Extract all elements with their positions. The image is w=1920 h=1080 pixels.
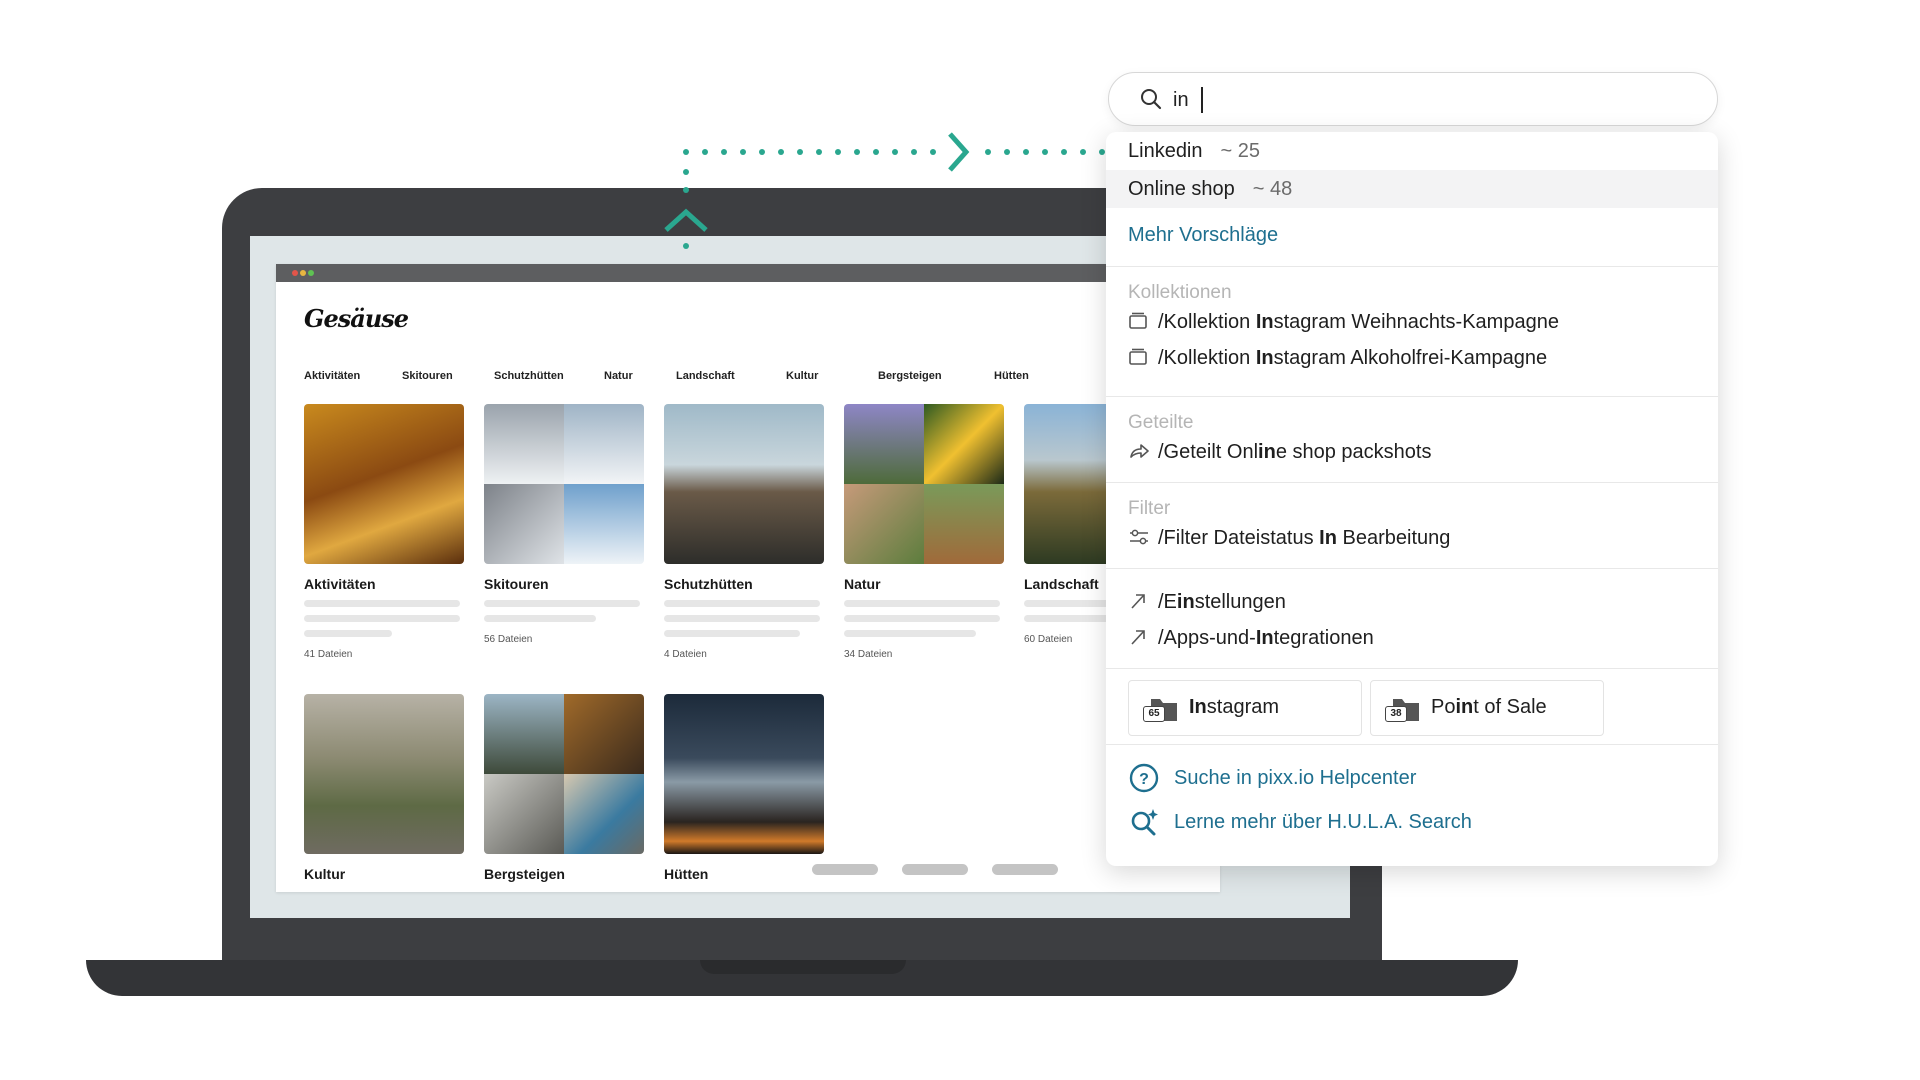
hula-search-label: Lerne mehr über H.U.L.A. Search: [1174, 811, 1472, 833]
shared-result[interactable]: /Geteilt Online shop packshots: [1128, 438, 1431, 466]
section-heading-shared: Geteilte: [1128, 412, 1194, 433]
apps-page-result[interactable]: /Apps-und-Integrationen: [1128, 624, 1374, 652]
tile-image-kultur: [304, 694, 464, 854]
tile-title: Bergsteigen: [484, 866, 565, 882]
pager-dot[interactable]: [902, 864, 968, 875]
filter-sliders-icon: [1130, 529, 1148, 545]
quick-folder-label: Instagram: [1189, 696, 1280, 718]
nav-item-huetten[interactable]: Hütten: [994, 370, 1029, 382]
external-arrow-icon: [1131, 630, 1145, 645]
pager-dot[interactable]: [812, 864, 878, 875]
more-suggestions-link[interactable]: Mehr Vorschläge: [1128, 224, 1278, 247]
nav-item-landschaft[interactable]: Landschaft: [676, 370, 735, 382]
collection-result[interactable]: /Kollektion Instagram Alkoholfrei-Kampag…: [1128, 344, 1547, 372]
quick-folder-point-of-sale[interactable]: 38 Point of Sale: [1370, 680, 1604, 736]
settings-page-result[interactable]: /Einstellungen: [1128, 588, 1286, 616]
tile-image-schutzhuetten: [664, 404, 824, 564]
search-suggestions-dropdown: Linkedin ~ 25 Online shop ~ 48 Mehr Vorsch…: [1106, 132, 1718, 866]
window-titlebar: [276, 264, 1220, 282]
tile-title: Skitouren: [484, 576, 549, 592]
suggestion-online-shop[interactable]: Online shop ~ 48: [1106, 170, 1718, 208]
nav-item-aktivitaeten[interactable]: Aktivitäten: [304, 370, 360, 382]
tile-image-huetten: [664, 694, 824, 854]
folder-count-badge: 38: [1385, 706, 1407, 722]
search-bar[interactable]: [1108, 72, 1718, 126]
ai-search-icon: [1131, 809, 1158, 836]
text-caret: [1201, 87, 1203, 113]
tile-title: Kultur: [304, 866, 346, 882]
search-icon: [1141, 89, 1162, 110]
section-heading-filter: Filter: [1128, 498, 1171, 519]
collection-tile[interactable]: Aktivitäten 41 Dateien: [304, 404, 464, 660]
nav-item-kultur[interactable]: Kultur: [786, 370, 818, 382]
tile-title: Hütten: [664, 866, 709, 882]
tile-file-count: 41 Dateien: [304, 649, 353, 660]
help-circle-icon: ?: [1129, 763, 1159, 793]
helpcenter-link[interactable]: ? Suche in pixx.io Helpcenter: [1128, 762, 1528, 794]
collection-result[interactable]: /Kollektion Instagram Weihnachts-Kampagn…: [1128, 308, 1559, 336]
connector-arrow: [664, 132, 1105, 249]
app-window: Gesäuse Aktivitäten Skitouren Schutzhütt…: [276, 264, 1220, 892]
collection-tile[interactable]: Natur 34 Dateien: [844, 404, 1004, 660]
tile-title: Schutzhütten: [664, 576, 753, 592]
hula-search-link[interactable]: Lerne mehr über H.U.L.A. Search: [1128, 806, 1528, 838]
tile-file-count: 56 Dateien: [484, 634, 533, 645]
tile-title: Aktivitäten: [304, 576, 376, 592]
pager-dot[interactable]: [992, 864, 1058, 875]
tile-image-aktivitaeten: [304, 404, 464, 564]
tile-image-skitouren: [484, 404, 644, 564]
tile-file-count: 4 Dateien: [664, 649, 707, 660]
collection-tile[interactable]: Schutzhütten 4 Dateien: [664, 404, 824, 660]
maximize-window-icon[interactable]: [308, 270, 314, 276]
tile-image-bergsteigen: [484, 694, 644, 854]
tile-file-count: 34 Dateien: [844, 649, 893, 660]
tile-image-natur: [844, 404, 1004, 564]
collection-icon: [1129, 312, 1147, 329]
folder-count-badge: 65: [1143, 706, 1165, 722]
collection-tile[interactable]: Hütten: [664, 694, 824, 882]
helpcenter-label: Suche in pixx.io Helpcenter: [1174, 767, 1417, 789]
external-arrow-icon: [1131, 594, 1145, 609]
suggestion-label: Linkedin: [1128, 140, 1203, 162]
svg-text:?: ?: [1139, 771, 1149, 788]
close-window-icon[interactable]: [292, 270, 298, 276]
collection-icon: [1129, 348, 1147, 365]
laptop-notch: [700, 960, 906, 974]
quick-folder-instagram[interactable]: 65 Instagram: [1128, 680, 1362, 736]
minimize-window-icon[interactable]: [300, 270, 306, 276]
collection-tile[interactable]: Kultur: [304, 694, 464, 882]
nav-item-schutzhuetten[interactable]: Schutzhütten: [494, 370, 564, 382]
section-heading-collections: Kollektionen: [1128, 282, 1232, 303]
quick-folder-label: Point of Sale: [1431, 696, 1547, 718]
suggestion-count: ~ 48: [1252, 178, 1293, 200]
category-nav: Aktivitäten Skitouren Schutzhütten Natur…: [304, 370, 1204, 384]
collection-tile[interactable]: Bergsteigen: [484, 694, 644, 882]
share-icon: [1130, 444, 1149, 458]
collection-tile[interactable]: Skitouren 56 Dateien: [484, 404, 644, 645]
filter-result[interactable]: /Filter Dateistatus In Bearbeitung: [1128, 524, 1450, 552]
nav-item-skitouren[interactable]: Skitouren: [402, 370, 453, 382]
suggestion-count: ~ 25: [1220, 140, 1260, 162]
suggestion-label: Online shop: [1128, 178, 1235, 200]
suggestion-linkedin[interactable]: Linkedin ~ 25: [1106, 132, 1718, 170]
nav-item-natur[interactable]: Natur: [604, 370, 633, 382]
search-input[interactable]: [1173, 86, 1693, 114]
tile-title: Natur: [844, 576, 881, 592]
brand-logo: Gesäuse: [304, 304, 409, 333]
nav-item-bergsteigen[interactable]: Bergsteigen: [878, 370, 942, 382]
